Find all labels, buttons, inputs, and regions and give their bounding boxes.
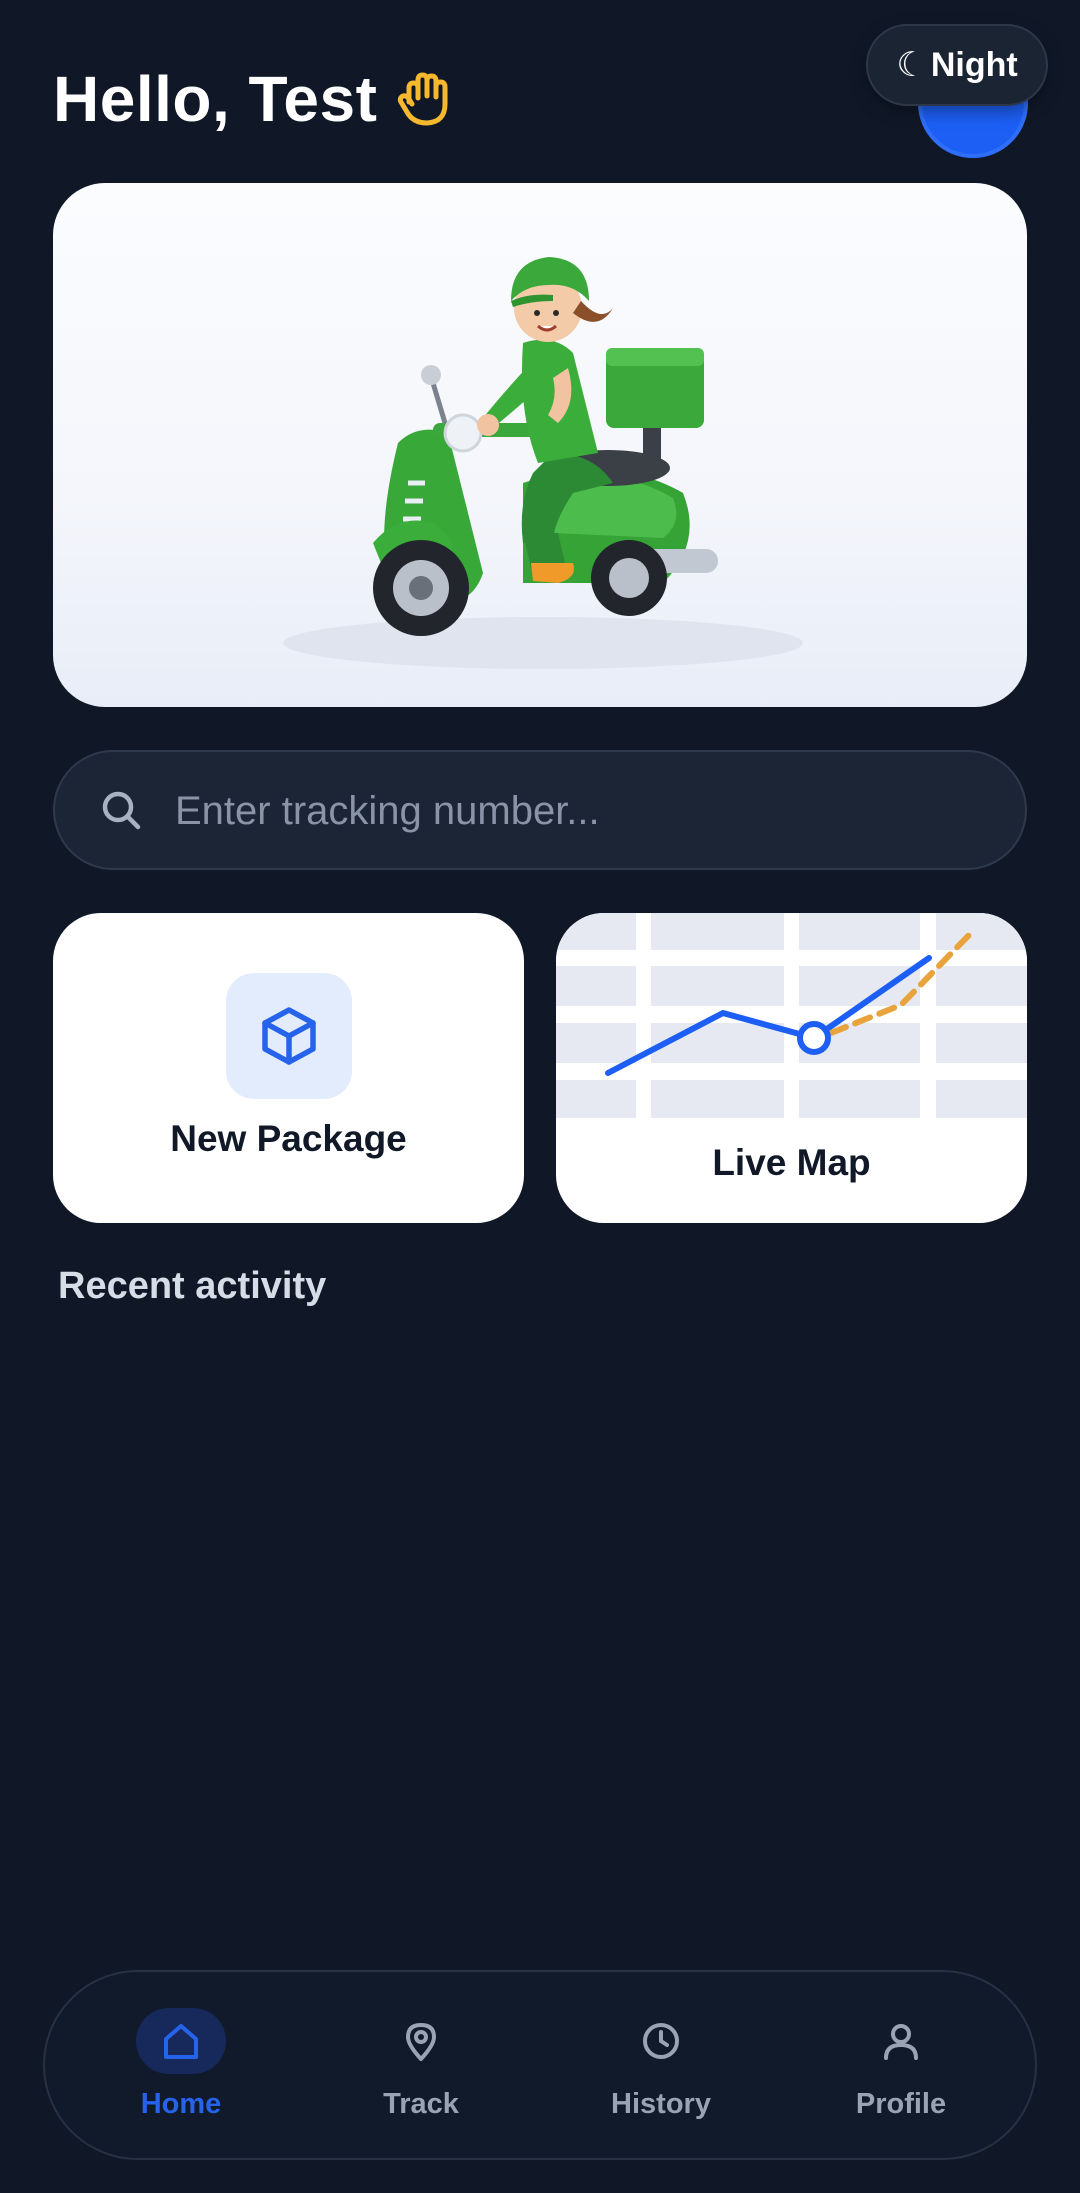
scooter-delivery-rider-illustration [283, 257, 803, 669]
bottom-navigation: Home Track History Profile [43, 1970, 1037, 2160]
nav-label-profile: Profile [855, 2088, 947, 2120]
waving-hand-icon [395, 68, 457, 130]
new-package-label: New Package [170, 1118, 407, 1159]
search-icon [102, 791, 141, 830]
theme-toggle-button[interactable]: ☾ Night [866, 24, 1048, 106]
clock-icon [643, 2023, 679, 2059]
tracking-search-bar [53, 750, 1027, 870]
package-icon [262, 1007, 316, 1065]
nav-home-highlight [136, 2008, 226, 2074]
nav-item-profile[interactable]: Profile [811, 2008, 991, 2128]
location-pin-icon [406, 2023, 436, 2061]
theme-toggle-label: Night [930, 45, 1018, 84]
nav-item-home[interactable]: Home [91, 2008, 271, 2128]
nav-track-icon-wrap [376, 2008, 466, 2074]
home-icon [164, 2024, 198, 2059]
tracking-number-input[interactable] [173, 772, 997, 850]
user-icon [884, 2024, 918, 2060]
nav-label-history: History [611, 2088, 711, 2120]
nav-label-track: Track [383, 2088, 459, 2120]
nav-item-history[interactable]: History [571, 2008, 751, 2128]
greeting-header: Hello, Test [53, 62, 457, 136]
hero-banner [53, 183, 1027, 707]
live-map-label: Live Map [712, 1142, 871, 1183]
moon-icon: ☾ [896, 46, 927, 84]
nav-profile-icon-wrap [856, 2008, 946, 2074]
recent-activity-heading: Recent activity [58, 1265, 327, 1307]
nav-label-home: Home [140, 2088, 222, 2120]
home-screen: Hello, Test ☾ Night Enter tracking numbe… [0, 0, 1080, 2193]
new-package-card[interactable]: New Package [53, 913, 524, 1223]
nav-history-icon-wrap [616, 2008, 706, 2074]
nav-item-track[interactable]: Track [331, 2008, 511, 2128]
package-icon-tile [226, 973, 352, 1099]
greeting-text: Hello, Test [53, 63, 378, 135]
live-map-card[interactable]: Live Map [556, 913, 1027, 1223]
